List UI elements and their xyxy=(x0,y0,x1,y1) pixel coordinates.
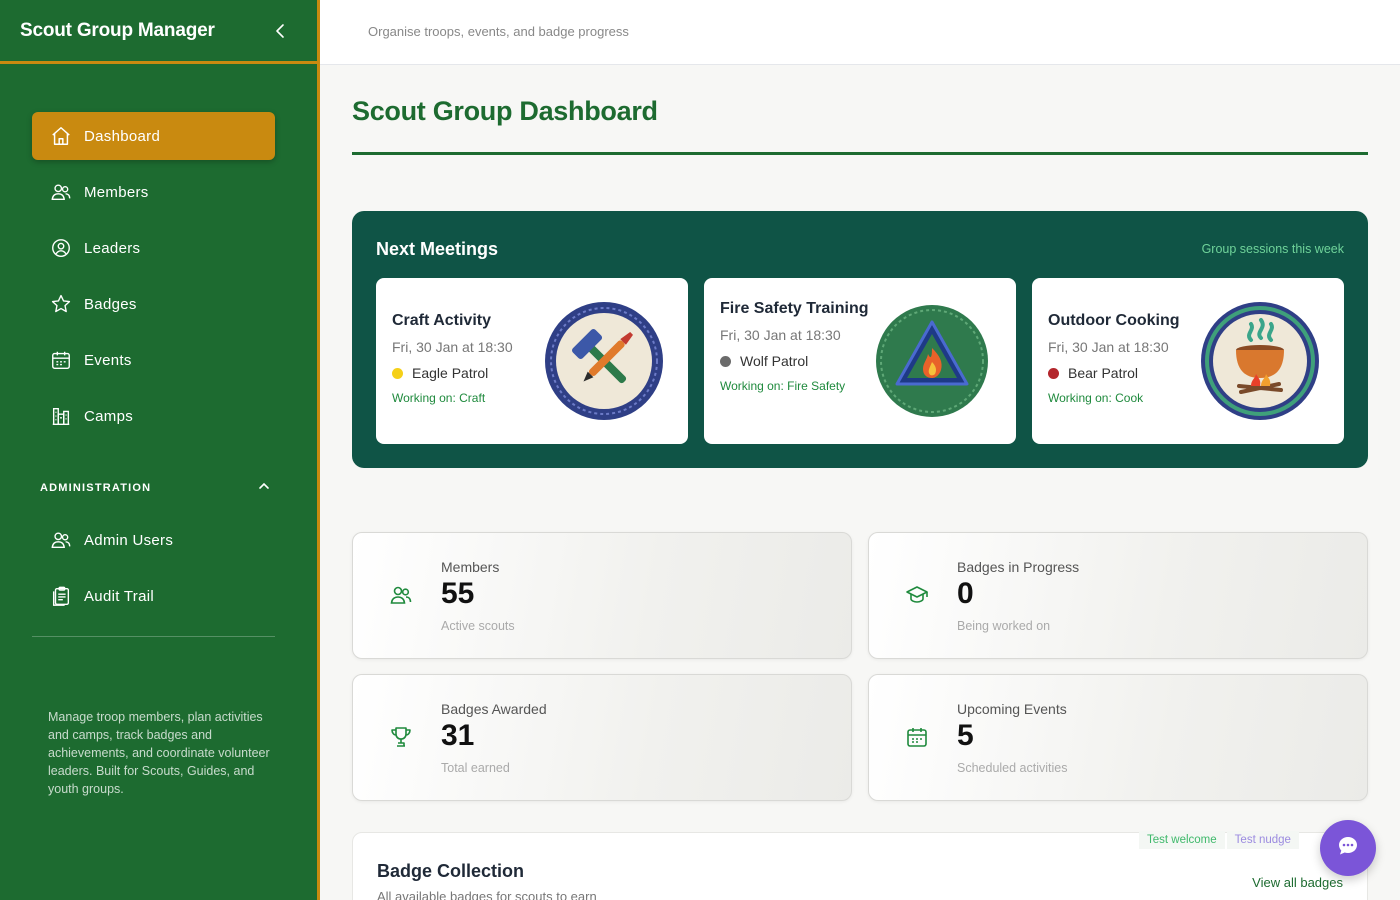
patrol-color-dot xyxy=(720,355,731,367)
sidebar-item-label: Audit Trail xyxy=(84,587,154,605)
sidebar-item-label: Events xyxy=(84,351,132,369)
stat-subtext: Scheduled activities xyxy=(957,761,1068,775)
trophy-icon xyxy=(389,725,413,749)
calendar-icon xyxy=(905,725,929,749)
patrol-name: Eagle Patrol xyxy=(412,365,489,381)
stat-value: 55 xyxy=(441,577,475,610)
stat-subtext: Active scouts xyxy=(441,619,515,633)
sidebar-item-admin-users[interactable]: Admin Users xyxy=(32,516,275,564)
stat-card-upcoming-events[interactable]: Upcoming Events 5 Scheduled activities xyxy=(868,674,1368,801)
app-title: Scout Group Manager xyxy=(20,19,215,41)
topbar: Organise troops, events, and badge progr… xyxy=(320,0,1400,65)
meeting-patrol: Eagle Patrol xyxy=(392,365,542,381)
admin-section-toggle[interactable]: ADMINISTRATION xyxy=(40,480,270,495)
stat-value: 5 xyxy=(957,719,974,752)
meeting-card[interactable]: Fire Safety Training Fri, 30 Jan at 18:3… xyxy=(704,278,1016,444)
stat-label: Badges Awarded xyxy=(441,701,547,717)
home-icon xyxy=(50,125,72,147)
stat-subtext: Total earned xyxy=(441,761,510,775)
sidebar-nav: Dashboard Members Leaders Badges Events xyxy=(32,112,275,448)
test-nudge-button[interactable]: Test nudge xyxy=(1226,831,1299,849)
meetings-hint: Group sessions this week xyxy=(1201,242,1344,256)
patrol-name: Bear Patrol xyxy=(1068,365,1139,381)
sidebar-item-label: Dashboard xyxy=(84,127,161,145)
patrol-color-dot xyxy=(392,367,403,379)
hammer-brush-badge-icon xyxy=(543,300,665,422)
topbar-subtitle: Organise troops, events, and badge progr… xyxy=(368,24,629,39)
users-icon xyxy=(50,529,72,551)
stat-value: 31 xyxy=(441,719,475,752)
sidebar-item-events[interactable]: Events xyxy=(32,336,275,384)
meetings-title: Next Meetings xyxy=(376,239,499,259)
admin-nav: Admin Users Audit Trail xyxy=(32,516,275,628)
sidebar-header: Scout Group Manager xyxy=(0,0,317,64)
sidebar-item-label: Badges xyxy=(84,295,137,313)
collection-title: Badge Collection xyxy=(377,861,525,881)
stat-card-badges-in-progress[interactable]: Badges in Progress 0 Being worked on xyxy=(868,532,1368,659)
view-all-badges-link[interactable]: View all badges xyxy=(1252,875,1343,890)
next-meetings-panel: Next Meetings Group sessions this week C… xyxy=(352,211,1368,468)
sidebar-item-camps[interactable]: Camps xyxy=(32,392,275,440)
meeting-working-on: Working on: Fire Safety xyxy=(720,379,846,393)
test-welcome-button[interactable]: Test welcome xyxy=(1139,831,1225,849)
test-buttons: Test welcome Test nudge xyxy=(1139,831,1299,849)
meeting-card[interactable]: Outdoor Cooking Fri, 30 Jan at 18:30 Bea… xyxy=(1032,278,1344,444)
sidebar-item-label: Leaders xyxy=(84,239,141,257)
sidebar: Scout Group Manager Dashboard Members Le… xyxy=(0,0,320,900)
stat-card-members[interactable]: Members 55 Active scouts xyxy=(352,532,852,659)
clipboard-icon xyxy=(50,585,72,607)
page-title: Scout Group Dashboard xyxy=(352,96,658,126)
meeting-card[interactable]: Craft Activity Fri, 30 Jan at 18:30 Eagl… xyxy=(376,278,688,444)
admin-heading: ADMINISTRATION xyxy=(40,481,152,494)
stat-subtext: Being worked on xyxy=(957,619,1051,633)
meeting-working-on: Working on: Cook xyxy=(1048,391,1144,405)
sidebar-divider xyxy=(32,636,275,637)
users-icon xyxy=(389,583,413,607)
meeting-name: Fire Safety Training xyxy=(720,300,869,317)
sidebar-item-label: Admin Users xyxy=(84,531,174,549)
stat-card-badges-awarded[interactable]: Badges Awarded 31 Total earned xyxy=(352,674,852,801)
fire-triangle-badge-icon xyxy=(871,300,993,422)
patrol-name: Wolf Patrol xyxy=(740,353,809,369)
sidebar-item-dashboard[interactable]: Dashboard xyxy=(32,112,275,160)
chat-button[interactable] xyxy=(1320,820,1376,876)
stat-label: Members xyxy=(441,559,500,575)
sidebar-item-label: Camps xyxy=(84,407,134,425)
meeting-patrol: Wolf Patrol xyxy=(720,353,870,369)
sidebar-item-members[interactable]: Members xyxy=(32,168,275,216)
meeting-working-on: Working on: Craft xyxy=(392,391,486,405)
calendar-icon xyxy=(50,349,72,371)
stat-label: Upcoming Events xyxy=(957,701,1067,717)
sidebar-item-label: Members xyxy=(84,183,149,201)
user-circle-icon xyxy=(50,237,72,259)
meeting-time: Fri, 30 Jan at 18:30 xyxy=(720,327,841,343)
meeting-name: Outdoor Cooking xyxy=(1048,312,1180,329)
chat-bubble-icon xyxy=(1336,834,1360,863)
building-icon xyxy=(50,405,72,427)
star-icon xyxy=(50,293,72,315)
stat-label: Badges in Progress xyxy=(957,559,1080,575)
meeting-time: Fri, 30 Jan at 18:30 xyxy=(1048,339,1169,355)
chevron-up-icon xyxy=(258,480,270,495)
cooking-pot-badge-icon xyxy=(1199,300,1321,422)
graduation-cap-icon xyxy=(905,583,929,607)
collection-subtitle: All available badges for scouts to earn xyxy=(377,889,597,900)
sidebar-item-audit-trail[interactable]: Audit Trail xyxy=(32,572,275,620)
title-divider xyxy=(352,152,1368,155)
chevron-left-icon[interactable] xyxy=(273,23,289,39)
meeting-name: Craft Activity xyxy=(392,312,491,329)
users-icon xyxy=(50,181,72,203)
sidebar-item-badges[interactable]: Badges xyxy=(32,280,275,328)
meeting-time: Fri, 30 Jan at 18:30 xyxy=(392,339,513,355)
patrol-color-dot xyxy=(1048,367,1059,379)
meeting-patrol: Bear Patrol xyxy=(1048,365,1198,381)
sidebar-description: Manage troop members, plan activities an… xyxy=(48,710,270,796)
stat-value: 0 xyxy=(957,577,974,610)
sidebar-item-leaders[interactable]: Leaders xyxy=(32,224,275,272)
